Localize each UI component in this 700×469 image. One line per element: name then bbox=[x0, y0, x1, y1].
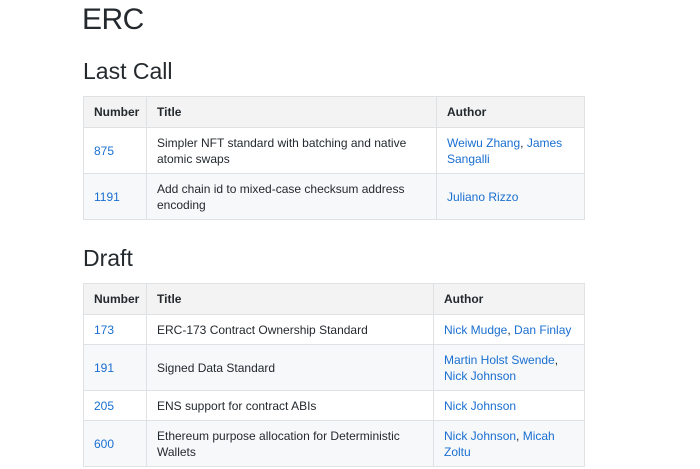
title-cell: Simpler NFT standard with batching and n… bbox=[147, 128, 437, 174]
number-cell: 191 bbox=[84, 345, 147, 391]
author-link[interactable]: Nick Johnson bbox=[444, 369, 516, 383]
section-title-last-call: Last Call bbox=[83, 57, 172, 85]
eip-number-link[interactable]: 191 bbox=[94, 361, 114, 375]
eip-number-link[interactable]: 205 bbox=[94, 399, 114, 413]
author-link[interactable]: Juliano Rizzo bbox=[447, 190, 518, 204]
page-title: ERC bbox=[82, 2, 144, 38]
author-link[interactable]: Dan Finlay bbox=[514, 323, 571, 337]
eip-number-link[interactable]: 173 bbox=[94, 323, 114, 337]
column-header-number: Number bbox=[84, 284, 147, 315]
number-cell: 875 bbox=[84, 128, 147, 174]
number-cell: 1191 bbox=[84, 174, 147, 220]
author-separator: , bbox=[555, 353, 558, 367]
table-row: 600 Ethereum purpose allocation for Dete… bbox=[84, 421, 585, 467]
author-cell: Martin Holst Swende, Nick Johnson bbox=[434, 345, 585, 391]
column-header-number: Number bbox=[84, 97, 147, 128]
table-row: 1191 Add chain id to mixed-case checksum… bbox=[84, 174, 585, 220]
column-header-author: Author bbox=[437, 97, 585, 128]
author-separator: , bbox=[516, 429, 523, 443]
number-cell: 205 bbox=[84, 391, 147, 421]
page: ERC Last Call Number Title Author 875 Si… bbox=[0, 0, 700, 469]
table-row: 173 ERC-173 Contract Ownership Standard … bbox=[84, 315, 585, 345]
author-link[interactable]: Nick Johnson bbox=[444, 429, 516, 443]
author-link[interactable]: Nick Mudge bbox=[444, 323, 507, 337]
author-cell: Weiwu Zhang, James Sangalli bbox=[437, 128, 585, 174]
table-header-row: Number Title Author bbox=[84, 97, 585, 128]
last-call-table: Number Title Author 875 Simpler NFT stan… bbox=[83, 96, 585, 220]
author-separator: , bbox=[520, 136, 527, 150]
title-cell: ENS support for contract ABIs bbox=[147, 391, 434, 421]
number-cell: 173 bbox=[84, 315, 147, 345]
table-row: 205 ENS support for contract ABIs Nick J… bbox=[84, 391, 585, 421]
eip-number-link[interactable]: 600 bbox=[94, 437, 114, 451]
eip-number-link[interactable]: 875 bbox=[94, 144, 114, 158]
title-cell: ERC-173 Contract Ownership Standard bbox=[147, 315, 434, 345]
table-row: 191 Signed Data Standard Martin Holst Sw… bbox=[84, 345, 585, 391]
column-header-title: Title bbox=[147, 97, 437, 128]
eip-number-link[interactable]: 1191 bbox=[94, 190, 120, 204]
author-link[interactable]: Martin Holst Swende bbox=[444, 353, 555, 367]
author-cell: Nick Johnson, Micah Zoltu bbox=[434, 421, 585, 467]
title-cell: Signed Data Standard bbox=[147, 345, 434, 391]
author-cell: Juliano Rizzo bbox=[437, 174, 585, 220]
section-title-draft: Draft bbox=[83, 244, 133, 272]
title-cell: Add chain id to mixed-case checksum addr… bbox=[147, 174, 437, 220]
author-link[interactable]: Nick Johnson bbox=[444, 399, 516, 413]
author-link[interactable]: Weiwu Zhang bbox=[447, 136, 520, 150]
author-cell: Nick Mudge, Dan Finlay bbox=[434, 315, 585, 345]
author-cell: Nick Johnson bbox=[434, 391, 585, 421]
column-header-author: Author bbox=[434, 284, 585, 315]
number-cell: 600 bbox=[84, 421, 147, 467]
table-row: 875 Simpler NFT standard with batching a… bbox=[84, 128, 585, 174]
title-cell: Ethereum purpose allocation for Determin… bbox=[147, 421, 434, 467]
column-header-title: Title bbox=[147, 284, 434, 315]
table-header-row: Number Title Author bbox=[84, 284, 585, 315]
draft-table: Number Title Author 173 ERC-173 Contract… bbox=[83, 283, 585, 467]
